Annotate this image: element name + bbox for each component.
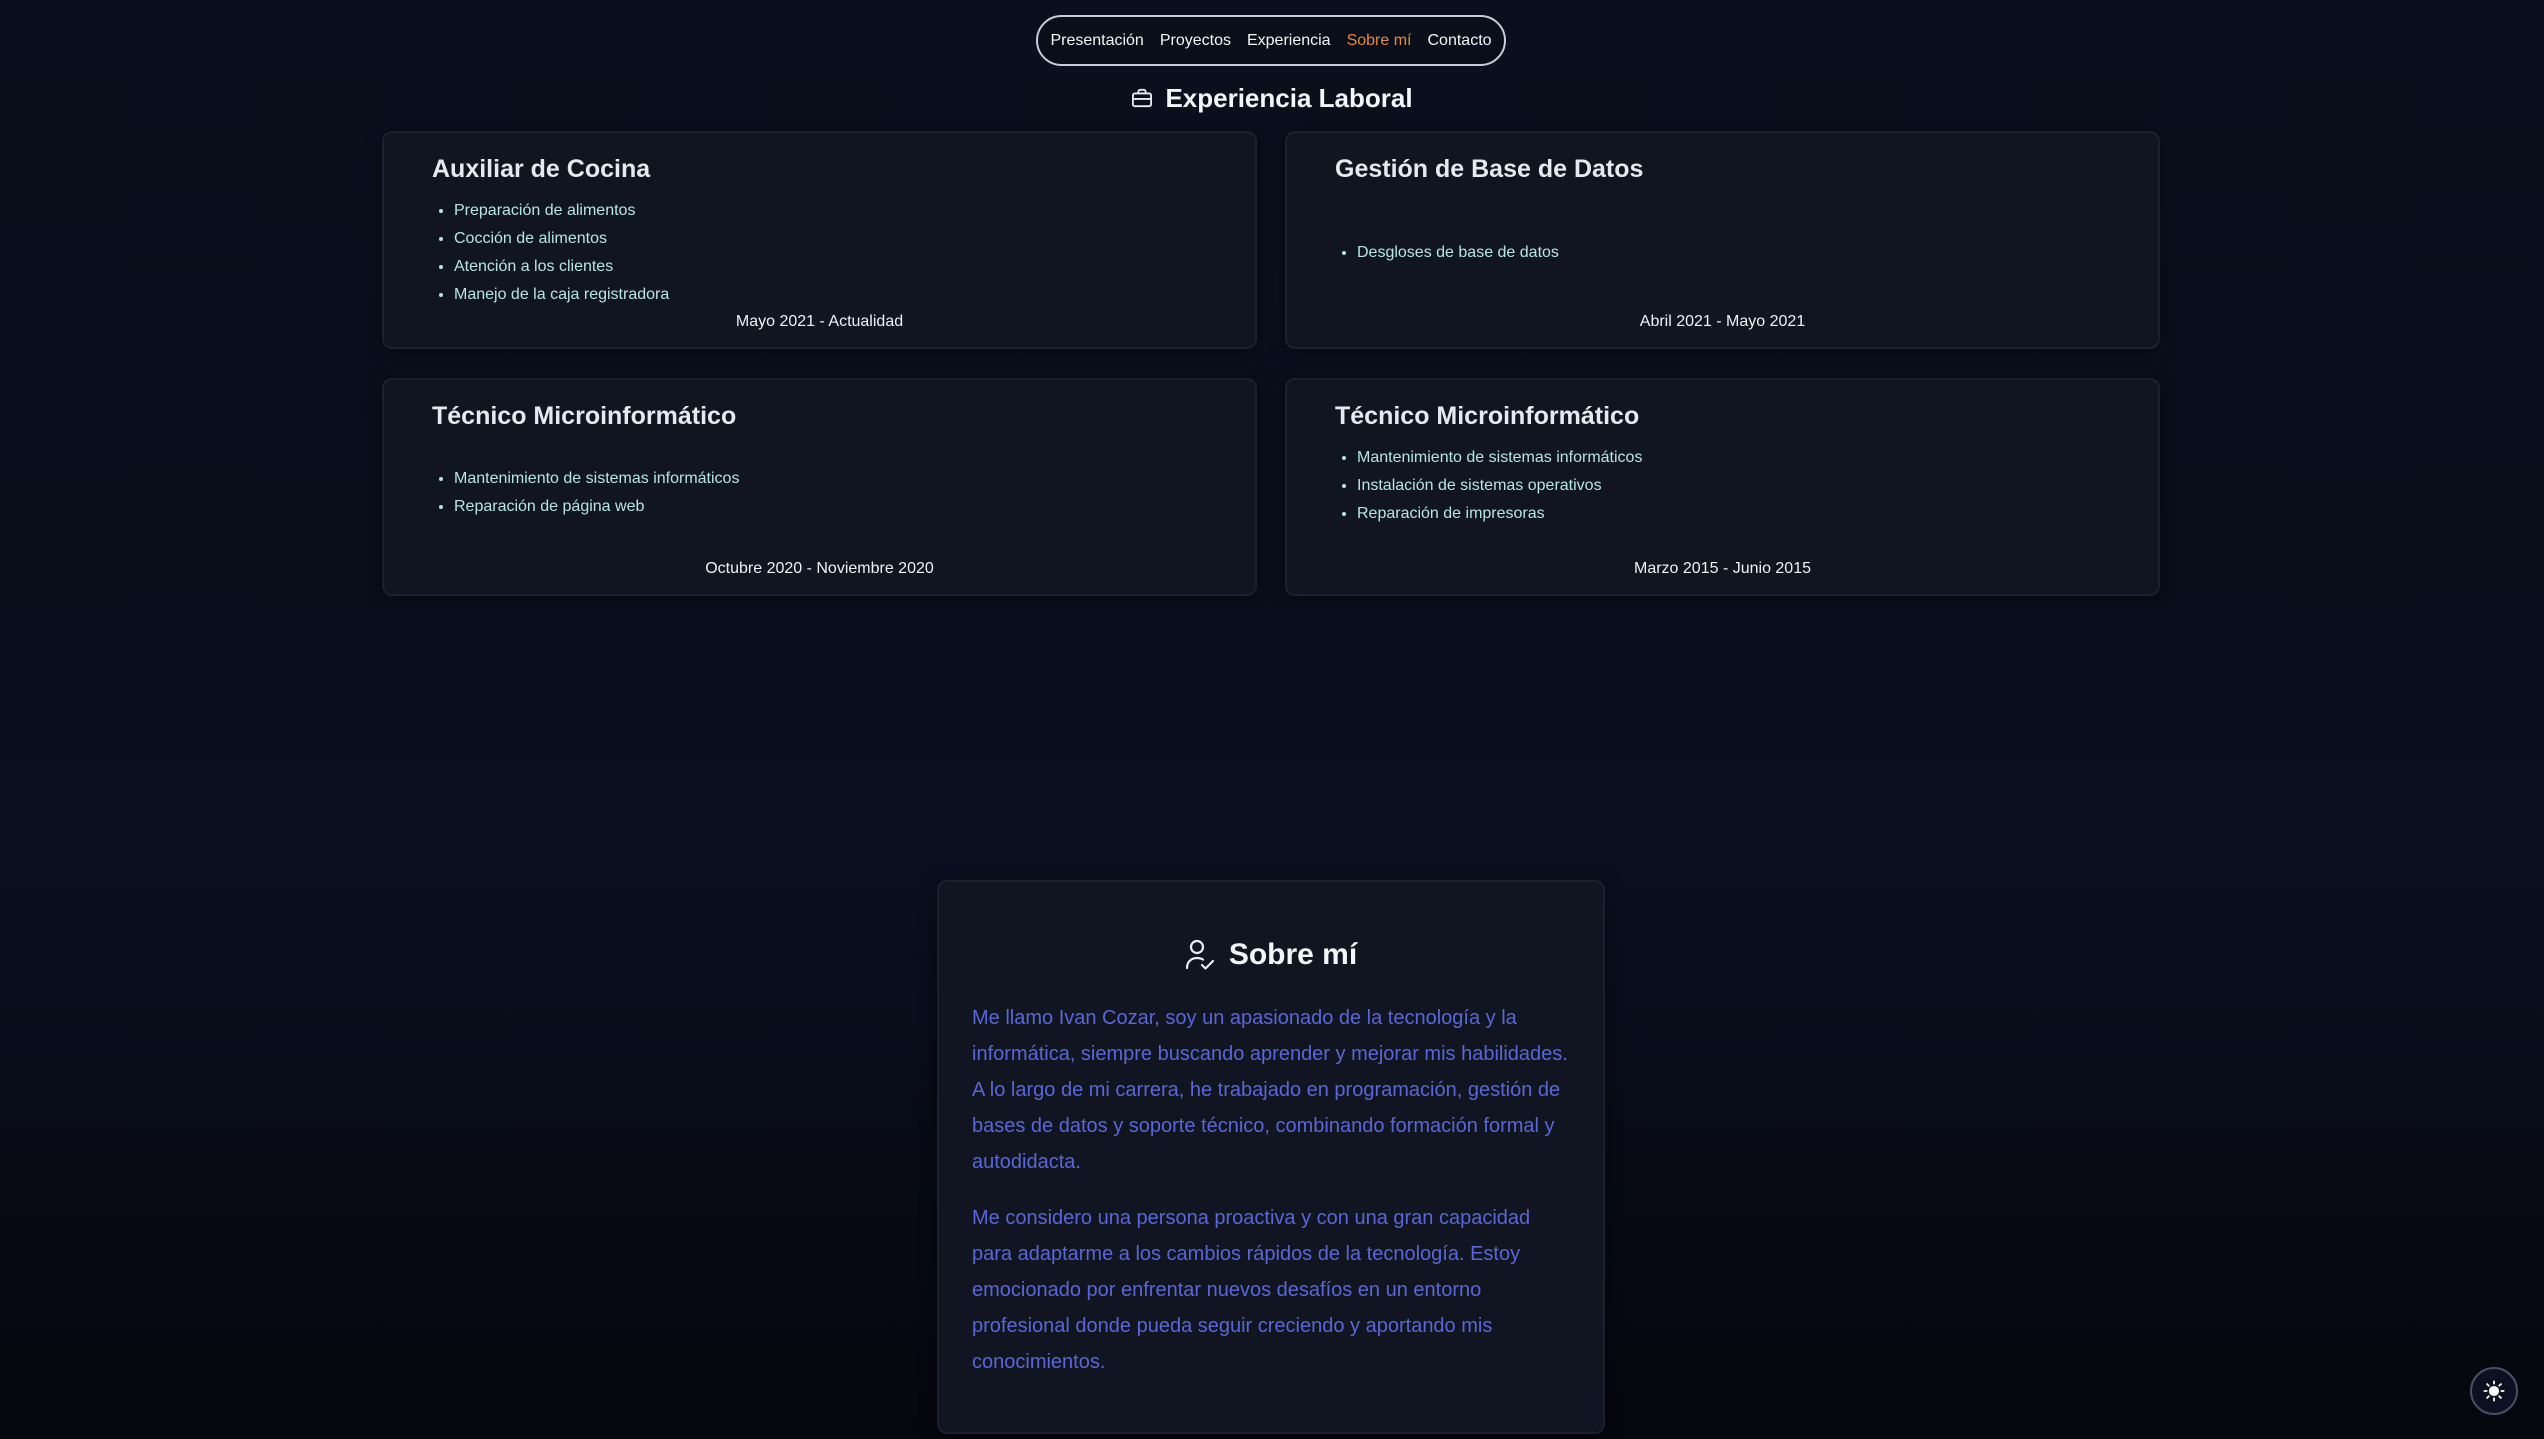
job-task: Mantenimiento de sistemas informáticos (1357, 444, 1642, 472)
job-dates: Octubre 2020 - Noviembre 2020 (705, 560, 934, 577)
job-card: Técnico Microinformático Mantenimiento d… (382, 378, 1257, 596)
about-card: Sobre mí Me llamo Ivan Cozar, soy un apa… (937, 880, 1605, 1434)
job-title: Gestión de Base de Datos (1335, 155, 1644, 183)
user-check-icon (1185, 939, 1214, 970)
job-card: Gestión de Base de Datos Desgloses de ba… (1285, 131, 2160, 349)
main-nav: Presentación Proyectos Experiencia Sobre… (1036, 15, 1506, 66)
experience-title: Experiencia Laboral (1165, 82, 1413, 113)
experience-section-title: Experiencia Laboral (0, 78, 2544, 118)
job-card: Auxiliar de Cocina Preparación de alimen… (382, 131, 1257, 349)
job-task: Preparación de alimentos (454, 197, 669, 225)
job-task: Reparación de página web (454, 493, 739, 521)
theme-toggle-button[interactable] (2470, 1367, 2518, 1415)
job-dates: Abril 2021 - Mayo 2021 (1639, 313, 1806, 330)
job-task-list: Desgloses de base de datos (1335, 239, 1559, 267)
nav-item-proyectos[interactable]: Proyectos (1160, 32, 1231, 50)
sun-icon (2483, 1380, 2505, 1402)
job-dates: Marzo 2015 - Junio 2015 (1634, 560, 1811, 577)
job-title: Técnico Microinformático (432, 402, 737, 430)
job-task: Atención a los clientes (454, 253, 669, 281)
job-task: Mantenimiento de sistemas informáticos (454, 465, 739, 493)
nav-item-presentacion[interactable]: Presentación (1050, 32, 1143, 50)
job-dates: Mayo 2021 - Actualidad (735, 313, 904, 330)
about-title: Sobre mí (1228, 938, 1358, 971)
job-task-list: Preparación de alimentos Cocción de alim… (432, 197, 669, 309)
job-task: Cocción de alimentos (454, 225, 669, 253)
job-card: Técnico Microinformático Mantenimiento d… (1285, 378, 2160, 596)
job-task: Manejo de la caja registradora (454, 281, 669, 309)
about-paragraph: Me llamo Ivan Cozar, soy un apasionado d… (972, 1007, 1568, 1173)
job-title: Auxiliar de Cocina (432, 155, 651, 183)
job-task: Reparación de impresoras (1357, 500, 1642, 528)
about-section-title: Sobre mí (939, 938, 1603, 972)
about-paragraph: Me considero una persona proactiva y con… (972, 1207, 1531, 1373)
nav-item-sobre-mi[interactable]: Sobre mí (1347, 32, 1412, 50)
job-task: Instalación de sistemas operativos (1357, 472, 1642, 500)
job-task-list: Mantenimiento de sistemas informáticos I… (1335, 444, 1642, 528)
briefcase-icon (1132, 88, 1153, 108)
nav-item-contacto[interactable]: Contacto (1428, 32, 1492, 50)
job-task-list: Mantenimiento de sistemas informáticos R… (432, 465, 739, 521)
nav-item-experiencia[interactable]: Experiencia (1247, 32, 1331, 50)
job-task: Desgloses de base de datos (1357, 239, 1559, 267)
job-title: Técnico Microinformático (1335, 402, 1640, 430)
